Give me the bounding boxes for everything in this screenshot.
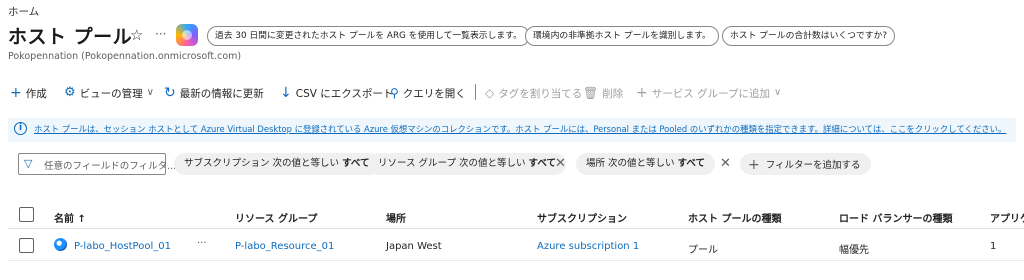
open-query-button[interactable]: ⚲ クエリを開く [390,84,466,102]
plus-icon: + [10,85,22,101]
subscription-link[interactable]: Azure subscription 1 [537,241,639,252]
export-csv-button[interactable]: ↓ CSV にエクスポート [280,84,393,102]
column-header-subscription[interactable]: サブスクリプション [537,210,627,225]
copilot-suggestion-3[interactable]: ホスト プールの合計数はいくつですか? [722,26,896,46]
copilot-suggestion-1[interactable]: 過去 30 日間に変更されたホスト プールを ARG を使用して一覧表示します。 [207,26,530,46]
delete-label: 削除 [602,87,624,100]
trash-icon: 🗑 [583,86,599,100]
subscription-filter-pill[interactable]: サブスクリプション 次の値と等しい すべて [174,153,380,175]
refresh-icon: ↻ [164,85,176,101]
add-filter-button[interactable]: + フィルターを追加する [740,153,871,175]
favorite-star-icon[interactable]: ☆ [130,26,143,44]
location-cell: Japan West [386,241,442,252]
column-header-host-pool-type[interactable]: ホスト プールの種類 [688,210,781,225]
manage-view-button[interactable]: ⚙ ビューの管理 ∨ [64,84,154,102]
add-filter-label: フィルターを追加する [765,160,861,171]
row-divider [8,260,1024,261]
query-icon: ⚲ [390,86,399,100]
app-groups-cell: 1 [990,241,997,252]
copilot-suggestion-2[interactable]: 環境内の非準拠ホスト プールを識別します。 [525,26,719,46]
select-all-checkbox[interactable] [19,207,34,222]
pill-label: 場所 次の値と等しい [586,158,675,169]
plus-icon: + [748,157,760,173]
manage-view-label: ビューの管理 [79,87,143,100]
load-balancer-type-cell: 幅優先 [839,245,869,256]
filter-placeholder: 任意のフィールドのフィルタ... [44,161,177,172]
page-title: ホスト プール [8,26,133,48]
add-service-group-button[interactable]: + サービス グループに追加 ∨ [636,84,781,102]
remove-filter-icon[interactable]: ✕ [720,156,731,171]
resource-group-filter-pill[interactable]: リソース グループ 次の値と等しい すべて [368,153,566,175]
gear-icon: ⚙ [64,85,76,100]
pill-value: すべて [528,158,556,169]
pill-value: すべて [677,158,706,169]
column-header-app-groups[interactable]: アプリケ [990,210,1024,225]
download-icon: ↓ [280,85,292,101]
assign-tags-label: タグを割り当てる [498,87,583,100]
column-header-load-balancer-type[interactable]: ロード バランサーの種類 [839,210,952,225]
resource-group-link[interactable]: P-labo_Resource_01 [235,241,334,252]
more-options-icon[interactable]: ··· [155,27,166,41]
assign-tags-button[interactable]: ◇ タグを割り当てる [485,84,582,102]
filter-icon: ▽ [24,157,33,170]
refresh-button[interactable]: ↻ 最新の情報に更新 [164,84,264,102]
add-service-group-label: サービス グループに追加 [651,87,770,100]
create-button[interactable]: + 作成 [10,84,47,102]
location-filter-pill[interactable]: 場所 次の値と等しい すべて [576,153,716,175]
row-checkbox[interactable] [19,238,34,253]
pill-value: すべて [342,158,370,169]
chevron-down-icon: ∨ [773,87,782,98]
open-query-label: クエリを開く [402,87,466,100]
pool-type-cell: プール [688,245,718,256]
toolbar-divider [475,84,476,100]
header-divider [8,228,1024,229]
copilot-icon[interactable] [176,24,198,46]
info-icon: i [14,122,27,135]
info-banner-link[interactable]: ホスト プールは、セッション ホストとして Azure Virtual Desk… [34,123,1006,135]
chevron-down-icon: ∨ [146,87,154,98]
host-pool-name-link[interactable]: P-labo_HostPool_01 [74,241,171,252]
row-more-icon[interactable]: ··· [197,238,207,249]
refresh-label: 最新の情報に更新 [179,87,264,100]
export-csv-label: CSV にエクスポート [295,87,394,100]
breadcrumb-home[interactable]: ホーム [8,4,39,19]
tag-icon: ◇ [485,86,495,100]
create-label: 作成 [25,87,47,100]
host-pool-icon [54,238,67,251]
column-header-location[interactable]: 場所 [386,210,406,225]
remove-filter-icon[interactable]: ✕ [555,156,566,171]
plus-icon: + [636,85,648,101]
pill-label: リソース グループ 次の値と等しい [378,158,526,169]
delete-button[interactable]: 🗑 削除 [583,84,623,102]
column-header-name[interactable]: 名前 ↑ [54,210,86,225]
tenant-subtitle: Pokopennation (Pokopennation.onmicrosoft… [8,51,242,62]
column-header-resource-group[interactable]: リソース グループ [235,210,317,225]
pill-label: サブスクリプション 次の値と等しい [184,158,340,169]
